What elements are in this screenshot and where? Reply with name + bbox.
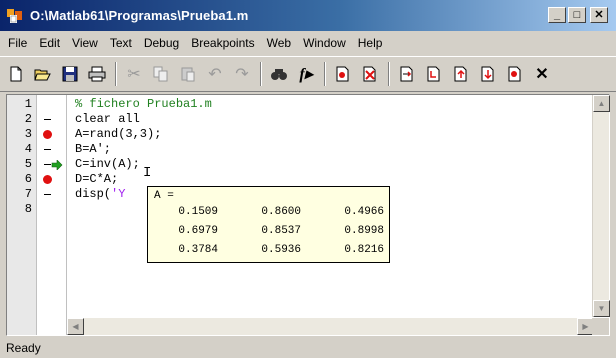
status-bar: Ready bbox=[0, 338, 616, 358]
vertical-scrollbar[interactable]: ▲ ▼ bbox=[592, 95, 610, 317]
datatip-cell: 0.8600 bbox=[261, 206, 301, 218]
step-out-icon[interactable] bbox=[449, 62, 473, 86]
status-text: Ready bbox=[6, 341, 41, 355]
text-cursor-icon: I bbox=[143, 165, 152, 181]
paste-icon[interactable] bbox=[176, 62, 200, 86]
executable-line-dash[interactable] bbox=[41, 187, 53, 202]
breakpoint-gutter[interactable] bbox=[7, 95, 67, 335]
close-editor-icon[interactable]: ✕ bbox=[530, 62, 554, 86]
menu-text[interactable]: Text bbox=[104, 31, 138, 56]
save-icon[interactable] bbox=[58, 62, 82, 86]
datatip-cell: 0.3784 bbox=[178, 244, 218, 256]
code-text: disp( bbox=[75, 187, 112, 201]
toolbar: ✂ ↶ ↷ f▸ ✕ bbox=[0, 56, 616, 92]
datatip-cell: 0.1509 bbox=[178, 206, 218, 218]
current-line-arrow-icon bbox=[51, 157, 65, 172]
redo-icon[interactable]: ↷ bbox=[230, 62, 254, 86]
datatip-cell: 0.8216 bbox=[344, 244, 384, 256]
menu-bar: File Edit View Text Debug Breakpoints We… bbox=[0, 31, 616, 56]
title-bar: O:\Matlab61\Programas\Prueba1.m _ □ ✕ bbox=[0, 0, 616, 31]
menu-edit[interactable]: Edit bbox=[33, 31, 66, 56]
window-title: O:\Matlab61\Programas\Prueba1.m bbox=[30, 8, 249, 23]
horizontal-scrollbar[interactable]: ◀ ▶ bbox=[67, 318, 594, 335]
minimize-button[interactable]: _ bbox=[548, 7, 566, 23]
code-line-5[interactable]: C=inv(A); bbox=[75, 157, 140, 172]
exit-debug-icon[interactable] bbox=[503, 62, 527, 86]
datatip-cell: 0.4966 bbox=[344, 206, 384, 218]
code-line-3[interactable]: A=rand(3,3); bbox=[75, 127, 161, 142]
code-line-1[interactable]: % fichero Prueba1.m bbox=[75, 97, 212, 112]
step-in-icon[interactable] bbox=[422, 62, 446, 86]
toolbar-separator bbox=[115, 62, 117, 86]
datatip-variable-name: A = bbox=[154, 190, 174, 202]
datatip-row: 0.3784 0.5936 0.8216 bbox=[148, 244, 391, 261]
datatip-row: 0.6979 0.8537 0.8998 bbox=[148, 225, 391, 242]
scroll-up-button[interactable]: ▲ bbox=[593, 95, 610, 112]
function-icon[interactable]: f▸ bbox=[294, 62, 318, 86]
code-string: 'Y bbox=[111, 187, 126, 201]
menu-help[interactable]: Help bbox=[352, 31, 389, 56]
maximize-button[interactable]: □ bbox=[568, 7, 586, 23]
code-line-7[interactable]: disp('Y bbox=[75, 187, 125, 202]
datatip-row: 0.1509 0.8600 0.4966 bbox=[148, 206, 391, 223]
code-line-4[interactable]: B=A'; bbox=[75, 142, 111, 157]
executable-line-dash[interactable] bbox=[41, 142, 53, 157]
datatip-cell: 0.6979 bbox=[178, 225, 218, 237]
scrollbar-corner bbox=[592, 318, 609, 335]
scroll-down-button[interactable]: ▼ bbox=[593, 300, 610, 317]
continue-icon[interactable] bbox=[476, 62, 500, 86]
toolbar-separator bbox=[324, 62, 326, 86]
breakpoint-marker[interactable] bbox=[41, 127, 53, 142]
undo-icon[interactable]: ↶ bbox=[203, 62, 227, 86]
breakpoint-marker[interactable] bbox=[41, 172, 53, 187]
menu-file[interactable]: File bbox=[2, 31, 33, 56]
executable-line-dash[interactable] bbox=[41, 112, 53, 127]
open-file-icon[interactable] bbox=[31, 62, 55, 86]
datatip-cell: 0.8998 bbox=[344, 225, 384, 237]
variable-datatip: A = 0.1509 0.8600 0.4966 0.6979 0.8537 0… bbox=[147, 186, 390, 263]
datatip-cell: 0.5936 bbox=[261, 244, 301, 256]
toolbar-separator bbox=[388, 62, 390, 86]
copy-icon[interactable] bbox=[149, 62, 173, 86]
scroll-left-button[interactable]: ◀ bbox=[67, 318, 84, 335]
code-line-2[interactable]: clear all bbox=[75, 112, 140, 127]
print-icon[interactable] bbox=[85, 62, 109, 86]
step-icon[interactable] bbox=[395, 62, 419, 86]
menu-web[interactable]: Web bbox=[261, 31, 297, 56]
new-file-icon[interactable] bbox=[4, 62, 28, 86]
clear-breakpoints-icon[interactable] bbox=[358, 62, 382, 86]
code-line-6[interactable]: D=C*A; bbox=[75, 172, 118, 187]
matlab-logo-icon bbox=[6, 7, 24, 25]
datatip-cell: 0.8537 bbox=[261, 225, 301, 237]
close-button[interactable]: ✕ bbox=[590, 7, 608, 23]
menu-breakpoints[interactable]: Breakpoints bbox=[185, 31, 260, 56]
cut-icon[interactable]: ✂ bbox=[122, 62, 146, 86]
menu-window[interactable]: Window bbox=[297, 31, 352, 56]
menu-debug[interactable]: Debug bbox=[138, 31, 185, 56]
set-breakpoint-icon[interactable] bbox=[331, 62, 355, 86]
find-icon[interactable] bbox=[267, 62, 291, 86]
toolbar-separator bbox=[260, 62, 262, 86]
menu-view[interactable]: View bbox=[66, 31, 104, 56]
